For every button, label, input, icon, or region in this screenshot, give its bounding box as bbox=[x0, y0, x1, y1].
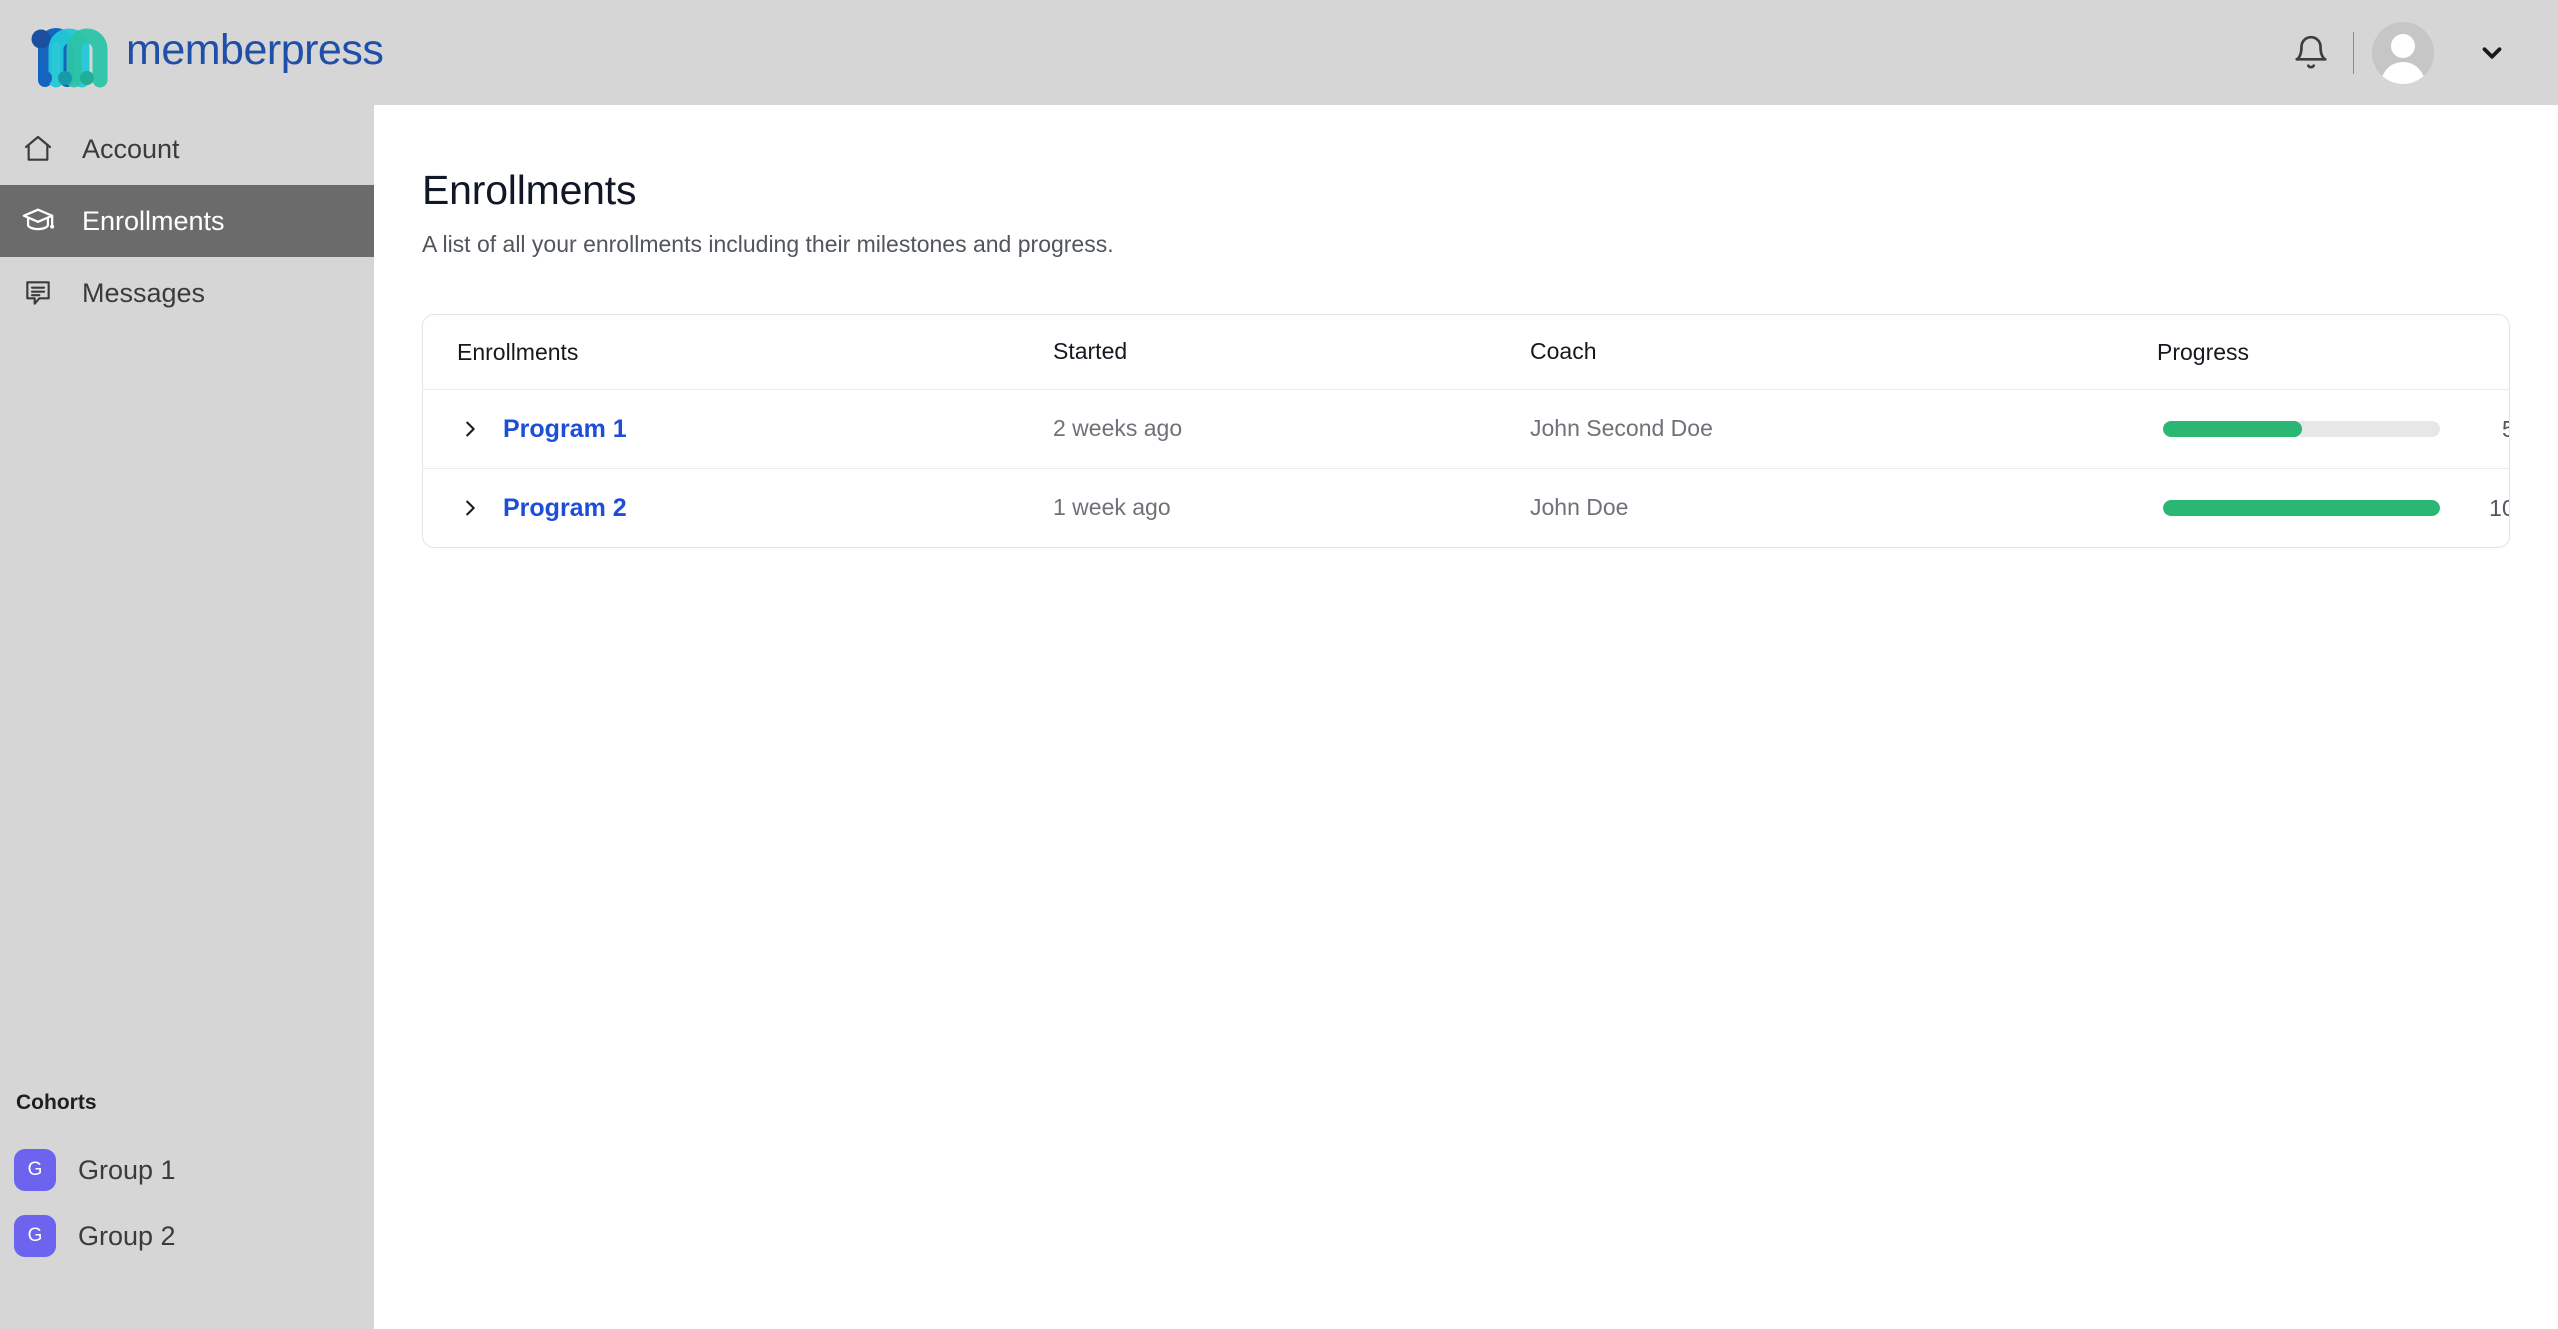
main-content: Enrollments A list of all your enrollmen… bbox=[374, 105, 2558, 1329]
sidebar-item-messages[interactable]: Messages bbox=[0, 257, 374, 329]
top-bar: memberpress bbox=[0, 0, 2558, 105]
cohorts-heading: Cohorts bbox=[16, 1091, 97, 1114]
column-header-enrollments: Enrollments bbox=[457, 338, 579, 365]
sidebar: Account Enrollments Messages Cohorts G G… bbox=[0, 105, 374, 1329]
sidebar-item-label: Enrollments bbox=[82, 205, 225, 236]
sidebar-item-label: Account bbox=[82, 133, 180, 164]
chevron-right-icon[interactable] bbox=[457, 416, 483, 442]
progress-percent-label: 50% bbox=[2462, 417, 2509, 441]
brand-wordmark: memberpress bbox=[126, 26, 384, 74]
cohort-item-group-1[interactable]: G Group 1 bbox=[0, 1137, 374, 1203]
progress-bar-fill bbox=[2163, 421, 2302, 438]
page-subtitle: A list of all your enrollments including… bbox=[422, 231, 1114, 258]
progress-bar bbox=[2163, 500, 2440, 517]
table-row[interactable]: Program 1 2 weeks ago John Second Doe 50… bbox=[423, 389, 2509, 468]
cohort-avatar: G bbox=[14, 1215, 56, 1257]
cohort-item-group-2[interactable]: G Group 2 bbox=[0, 1203, 374, 1269]
top-bar-divider bbox=[2353, 31, 2354, 74]
table-header-row: Enrollments Started Coach Progress bbox=[423, 315, 2509, 389]
table-row[interactable]: Program 2 1 week ago John Doe 100% bbox=[423, 468, 2509, 547]
cohort-label: Group 1 bbox=[78, 1154, 176, 1185]
progress-cell: 100% bbox=[2157, 494, 2509, 521]
program-link[interactable]: Program 1 bbox=[503, 416, 627, 442]
memberpress-m-logo-icon bbox=[28, 18, 110, 88]
avatar-body bbox=[2381, 61, 2425, 84]
sidebar-item-enrollments[interactable]: Enrollments bbox=[0, 185, 374, 257]
bell-icon[interactable] bbox=[2283, 25, 2339, 81]
progress-bar bbox=[2163, 421, 2440, 438]
sidebar-item-account[interactable]: Account bbox=[0, 113, 374, 185]
brand-logo[interactable]: memberpress bbox=[28, 0, 384, 105]
chevron-right-icon[interactable] bbox=[457, 495, 483, 521]
progress-percent-label: 100% bbox=[2489, 494, 2509, 521]
enrollments-table: Enrollments Started Coach Progress Progr… bbox=[422, 314, 2510, 549]
app-root: memberpress Account Enrollments Messages… bbox=[0, 0, 2558, 1329]
progress-bar-fill bbox=[2163, 500, 2440, 517]
cohort-label: Group 2 bbox=[78, 1220, 176, 1251]
home-icon bbox=[16, 127, 60, 171]
avatar[interactable] bbox=[2372, 21, 2434, 84]
coach-value: John Second Doe bbox=[1530, 415, 1713, 442]
column-header-started: Started bbox=[1053, 338, 1128, 365]
page-title: Enrollments bbox=[422, 167, 637, 213]
started-value: 2 weeks ago bbox=[1053, 415, 1183, 442]
comment-bubble-icon bbox=[16, 271, 60, 315]
started-value: 1 week ago bbox=[1053, 494, 1171, 521]
graduation-cap-icon bbox=[16, 199, 60, 243]
program-link[interactable]: Program 2 bbox=[503, 495, 627, 521]
progress-cell: 50% bbox=[2157, 417, 2509, 441]
avatar-head bbox=[2391, 33, 2415, 58]
column-header-progress: Progress bbox=[2157, 338, 2250, 365]
column-header-coach: Coach bbox=[1530, 338, 1597, 365]
cohorts-section: Cohorts G Group 1 G Group 2 bbox=[0, 1091, 374, 1269]
coach-value: John Doe bbox=[1530, 494, 1629, 521]
sidebar-item-label: Messages bbox=[82, 277, 206, 308]
cohort-avatar: G bbox=[14, 1149, 56, 1191]
chevron-down-icon[interactable] bbox=[2460, 21, 2524, 85]
top-bar-actions bbox=[2283, 0, 2524, 105]
